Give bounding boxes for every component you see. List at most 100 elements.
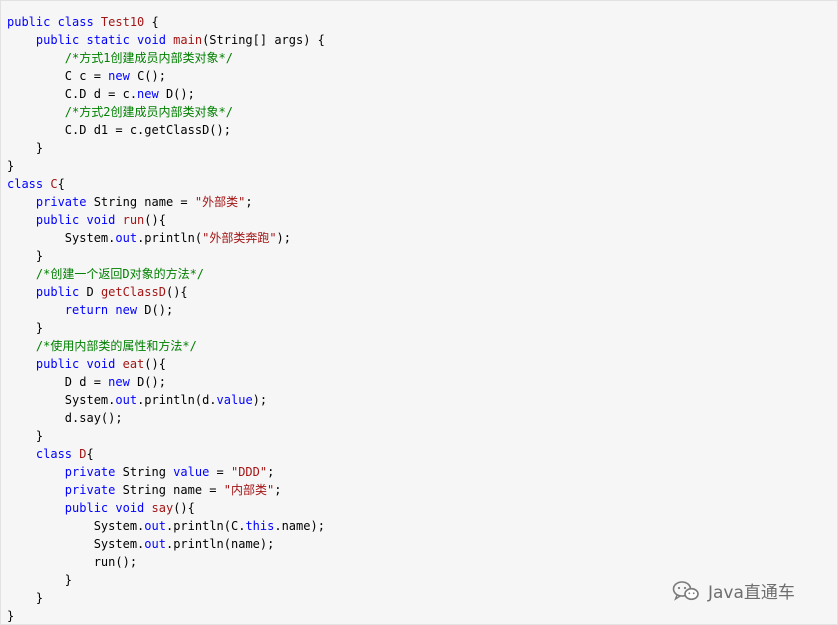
- code-token: (){: [144, 213, 166, 227]
- code-token: out: [115, 393, 138, 407]
- code-token: public void: [7, 501, 152, 515]
- code-line: /*方式1创建成员内部类对象*/: [7, 49, 325, 67]
- code-token: ;: [245, 195, 253, 209]
- code-line: public void eat(){: [7, 355, 325, 373]
- code-token: d.say();: [7, 411, 123, 425]
- code-token: C.D d = c.: [7, 87, 138, 101]
- code-token: private: [7, 483, 123, 497]
- code-line: public void run(){: [7, 211, 325, 229]
- code-token: {: [86, 447, 94, 461]
- code-token: }: [7, 591, 44, 605]
- code-line: private String name = "外部类";: [7, 193, 325, 211]
- code-token: getClassD: [100, 285, 166, 299]
- code-token: public void: [7, 357, 123, 371]
- code-line: d.say();: [7, 409, 325, 427]
- code-token: private: [7, 195, 94, 209]
- code-lines: public class Test10 { public static void…: [7, 13, 325, 624]
- code-line: System.out.println("外部类奔跑");: [7, 229, 325, 247]
- code-token: System.: [7, 393, 116, 407]
- code-token: "外部类": [194, 195, 246, 209]
- code-line: public class Test10 {: [7, 13, 325, 31]
- code-token: String name =: [122, 483, 224, 497]
- code-line: /*创建一个返回D对象的方法*/: [7, 265, 325, 283]
- code-token: public class: [7, 15, 101, 29]
- code-line: public static void main(String[] args) {: [7, 31, 325, 49]
- code-line: run();: [7, 553, 325, 571]
- code-line: public D getClassD(){: [7, 283, 325, 301]
- code-token: }: [7, 159, 15, 173]
- code-token: C c =: [7, 69, 109, 83]
- code-token: this: [245, 519, 275, 533]
- code-token: (){: [144, 357, 166, 371]
- wechat-icon: [672, 580, 699, 601]
- code-line: }: [7, 607, 325, 624]
- code-token: new: [108, 375, 130, 389]
- code-token: System.: [7, 519, 145, 533]
- code-token: out: [144, 537, 166, 551]
- code-token: "内部类": [223, 483, 275, 497]
- code-line: }: [7, 319, 325, 337]
- code-token: .println(C.: [165, 519, 246, 533]
- code-block: public class Test10 { public static void…: [0, 0, 838, 625]
- code-line: private String name = "内部类";: [7, 481, 325, 499]
- code-token: D: [86, 285, 101, 299]
- code-token: value: [173, 465, 210, 479]
- code-token: "DDD": [230, 465, 268, 479]
- code-token: /*方式1创建成员内部类对象*/: [7, 51, 233, 65]
- code-line: class C{: [7, 175, 325, 193]
- code-token: String: [122, 465, 174, 479]
- code-token: value: [216, 393, 253, 407]
- code-token: =: [209, 465, 231, 479]
- code-line: public void say(){: [7, 499, 325, 517]
- code-token: .println(d.: [137, 393, 217, 407]
- code-token: new: [108, 69, 130, 83]
- code-token: C.D d1 = c.getClassD();: [7, 123, 231, 137]
- code-token: Test10: [100, 15, 145, 29]
- code-token: say: [151, 501, 174, 515]
- code-token: D d =: [7, 375, 109, 389]
- code-line: return new D();: [7, 301, 325, 319]
- code-line: }: [7, 139, 325, 157]
- code-token: System.: [7, 537, 145, 551]
- code-line: C c = new C();: [7, 67, 325, 85]
- watermark: Java直通车: [672, 578, 795, 603]
- code-token: "外部类奔跑": [202, 231, 277, 245]
- code-token: D();: [144, 303, 174, 317]
- code-token: }: [7, 141, 44, 155]
- code-token: new: [137, 87, 159, 101]
- code-token: D();: [158, 87, 195, 101]
- code-token: String name =: [93, 195, 195, 209]
- code-token: C();: [129, 69, 166, 83]
- code-token: class: [7, 447, 80, 461]
- code-token: out: [115, 231, 138, 245]
- code-token: class: [7, 177, 51, 191]
- code-token: (){: [173, 501, 195, 515]
- code-token: }: [7, 609, 15, 623]
- code-token: public: [7, 285, 87, 299]
- code-line: }: [7, 571, 325, 589]
- code-line: }: [7, 247, 325, 265]
- code-line: D d = new D();: [7, 373, 325, 391]
- code-line: System.out.println(d.value);: [7, 391, 325, 409]
- code-line: }: [7, 589, 325, 607]
- code-token: .name);: [274, 519, 325, 533]
- code-token: .println(name);: [165, 537, 275, 551]
- code-line: System.out.println(name);: [7, 535, 325, 553]
- code-token: {: [57, 177, 65, 191]
- code-token: }: [7, 321, 44, 335]
- code-line: System.out.println(C.this.name);: [7, 517, 325, 535]
- code-token: run: [122, 213, 145, 227]
- code-line: /*方式2创建成员内部类对象*/: [7, 103, 325, 121]
- code-token: /*方式2创建成员内部类对象*/: [7, 105, 233, 119]
- code-token: run();: [7, 555, 138, 569]
- code-token: .println(: [137, 231, 203, 245]
- code-line: }: [7, 427, 325, 445]
- code-token: }: [7, 249, 44, 263]
- code-token: }: [7, 429, 44, 443]
- code-token: main: [173, 33, 203, 47]
- code-token: public void: [7, 213, 123, 227]
- code-token: C: [50, 177, 58, 191]
- code-token: private: [7, 465, 123, 479]
- code-token: public static void: [7, 33, 174, 47]
- code-token: out: [144, 519, 166, 533]
